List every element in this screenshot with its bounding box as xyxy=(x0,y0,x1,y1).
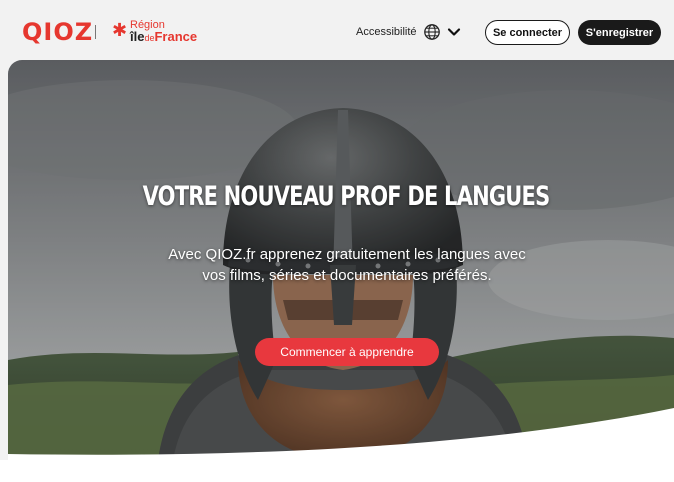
content-section xyxy=(0,460,674,482)
accessibility-link[interactable]: Accessibilité xyxy=(356,26,417,38)
site-header: QIOZ ✱ Région îledeFrance Accessibilité … xyxy=(0,0,674,60)
globe-icon[interactable] xyxy=(423,23,441,41)
star-icon: ✱ xyxy=(112,20,128,41)
start-learning-button[interactable]: Commencer à apprendre xyxy=(255,338,439,366)
chevron-down-icon[interactable] xyxy=(447,25,461,39)
region-name: îledeFrance xyxy=(130,30,197,45)
hero-title: VOTRE NOUVEAU PROF DE LANGUES xyxy=(142,181,551,211)
register-button[interactable]: S'enregistrer xyxy=(578,20,661,45)
region-de: de xyxy=(144,33,155,43)
region-france: France xyxy=(154,29,198,44)
qioz-logo[interactable]: QIOZ xyxy=(22,20,93,44)
hero-banner: VOTRE NOUVEAU PROF DE LANGUES Avec QIOZ.… xyxy=(8,60,674,460)
region-ile: île xyxy=(130,29,145,44)
login-button[interactable]: Se connecter xyxy=(485,20,570,45)
hero-subtitle: Avec QIOZ.fr apprenez gratuitement les l… xyxy=(168,246,526,284)
logo-divider xyxy=(95,25,96,39)
hero-wave-divider xyxy=(8,408,674,460)
